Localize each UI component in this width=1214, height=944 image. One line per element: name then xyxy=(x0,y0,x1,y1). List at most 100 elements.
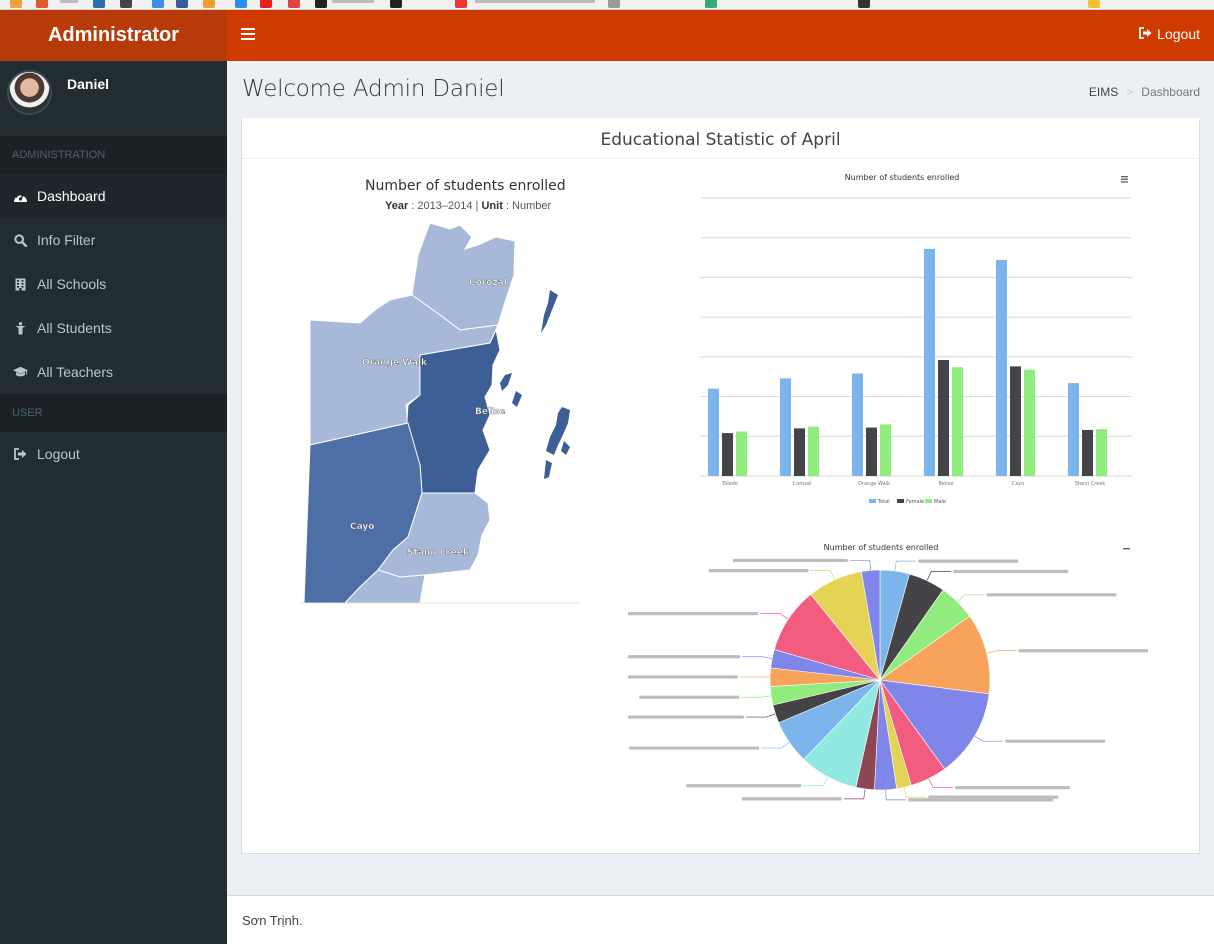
pie-data-label xyxy=(686,784,802,788)
sidebar-item-logout[interactable]: Logout xyxy=(0,432,227,476)
bar-category-label: Stann Creek xyxy=(1075,481,1106,487)
bookmark-icon[interactable] xyxy=(288,0,300,8)
legend-swatch xyxy=(925,499,932,503)
pie-leader-line xyxy=(957,594,985,603)
pie-data-label xyxy=(628,655,741,659)
chart-menu-icon[interactable] xyxy=(1123,548,1130,550)
box-title: Educational Statistic of April xyxy=(242,121,1199,159)
bar-chart-title: Number of students enrolled xyxy=(845,173,960,182)
map-island xyxy=(544,460,552,479)
map-label-belize: Belize xyxy=(475,407,505,417)
bookmark-icon[interactable] xyxy=(152,0,164,8)
sidebar-item-label: Dashboard xyxy=(37,188,106,204)
pie-leader-line xyxy=(986,650,1017,654)
sidebar-toggle-button[interactable] xyxy=(241,28,255,40)
bookmark-icon[interactable] xyxy=(608,0,620,8)
pie-data-label xyxy=(639,695,740,699)
pie-leader-line xyxy=(810,570,836,580)
navbar-logout-label: Logout xyxy=(1157,26,1200,42)
pie-data-label xyxy=(732,558,848,563)
sidebar-item-all-schools[interactable]: All Schools xyxy=(0,262,227,306)
bar-female[interactable] xyxy=(866,427,877,476)
page-title: Welcome Admin Daniel xyxy=(242,76,505,102)
bookmark-icon[interactable] xyxy=(93,0,105,8)
pie-leader-line xyxy=(741,695,772,698)
bookmark-icon[interactable] xyxy=(390,0,402,8)
pie-data-label xyxy=(708,569,809,573)
bookmark-icon[interactable] xyxy=(235,0,247,8)
pie-leader-line xyxy=(974,735,1004,742)
pie-leader-line xyxy=(926,571,952,581)
building-icon xyxy=(13,277,28,291)
bar-female[interactable] xyxy=(1010,366,1021,476)
chart-menu-icon[interactable] xyxy=(1121,176,1128,183)
bar-chart: Number of students enrolled Toledo Coroza… xyxy=(700,173,1132,505)
bar-total[interactable] xyxy=(924,248,935,476)
sidebar-item-info-filter[interactable]: Info Filter xyxy=(0,218,227,262)
footer: Sơn Trịnh. xyxy=(227,895,1214,944)
bar-female[interactable] xyxy=(722,433,733,476)
pie-leader-line xyxy=(894,560,917,572)
bar-total[interactable] xyxy=(1068,383,1079,476)
bar-male[interactable] xyxy=(736,431,747,476)
bar-total[interactable] xyxy=(780,378,791,476)
pie-data-label xyxy=(908,798,1054,802)
pie-data-label xyxy=(629,746,760,750)
bar-male[interactable] xyxy=(808,426,819,476)
bookmark-label[interactable] xyxy=(475,0,595,3)
bar-male[interactable] xyxy=(952,367,963,476)
pie-data-label xyxy=(741,797,842,801)
bar-total[interactable] xyxy=(852,373,863,476)
bar-female[interactable] xyxy=(1082,429,1093,476)
breadcrumb: EIMS > Dashboard xyxy=(1089,85,1200,99)
bar-category-label: Toledo xyxy=(721,481,738,487)
pie-leader-line xyxy=(849,560,872,571)
navbar-logout-button[interactable]: Logout xyxy=(1139,26,1200,42)
legend-label[interactable]: Total xyxy=(877,499,890,505)
pie-data-label xyxy=(1005,739,1106,743)
bar-male[interactable] xyxy=(1024,369,1035,476)
legend-label[interactable]: Female xyxy=(906,499,924,505)
bookmark-icon[interactable] xyxy=(1088,0,1100,8)
bar-total[interactable] xyxy=(996,259,1007,476)
bar-category-label: Belize xyxy=(939,481,954,487)
bookmark-icon[interactable] xyxy=(203,0,215,8)
bookmark-icon[interactable] xyxy=(10,0,22,8)
pie-data-label xyxy=(928,795,1059,799)
bookmark-label[interactable] xyxy=(60,0,78,3)
map-island xyxy=(541,290,558,333)
bookmark-label[interactable] xyxy=(332,0,374,3)
sidebar-item-dashboard[interactable]: Dashboard xyxy=(0,174,227,218)
sidebar-item-label: All Teachers xyxy=(37,364,114,380)
bookmark-icon[interactable] xyxy=(176,0,188,8)
breadcrumb-link-eims[interactable]: EIMS xyxy=(1089,85,1118,99)
sidebar-item-all-students[interactable]: All Students xyxy=(0,306,227,350)
sign-out-icon xyxy=(1139,26,1152,42)
pie-data-label xyxy=(918,559,1019,563)
bookmark-icon[interactable] xyxy=(858,0,870,8)
bookmark-icon[interactable] xyxy=(455,0,467,8)
legend-swatch xyxy=(897,499,904,503)
sidebar: Administrator Daniel ADMINISTRATION Dash… xyxy=(0,10,227,944)
pie-leader-line xyxy=(803,776,829,787)
bookmark-icon[interactable] xyxy=(705,0,717,8)
bookmark-icon[interactable] xyxy=(315,0,327,8)
bookmark-icon[interactable] xyxy=(260,0,272,8)
bar-total[interactable] xyxy=(708,388,719,476)
bar-male[interactable] xyxy=(1096,429,1107,476)
pie-data-label xyxy=(628,715,744,719)
app-logo[interactable]: Administrator xyxy=(0,10,227,61)
pie-data-label xyxy=(953,569,1069,574)
bar-female[interactable] xyxy=(794,428,805,476)
bar-male[interactable] xyxy=(880,424,891,476)
pie-leader-line xyxy=(843,788,866,800)
sidebar-item-all-teachers[interactable]: All Teachers xyxy=(0,350,227,394)
bookmark-icon[interactable] xyxy=(120,0,132,8)
bookmark-icon[interactable] xyxy=(36,0,48,8)
bar-female[interactable] xyxy=(938,360,949,476)
legend-swatch xyxy=(869,499,876,503)
pie-leader-line xyxy=(760,613,789,620)
legend-label[interactable]: Male xyxy=(934,499,946,505)
pie-leader-line xyxy=(742,656,773,659)
pie-leader-line xyxy=(885,789,907,801)
